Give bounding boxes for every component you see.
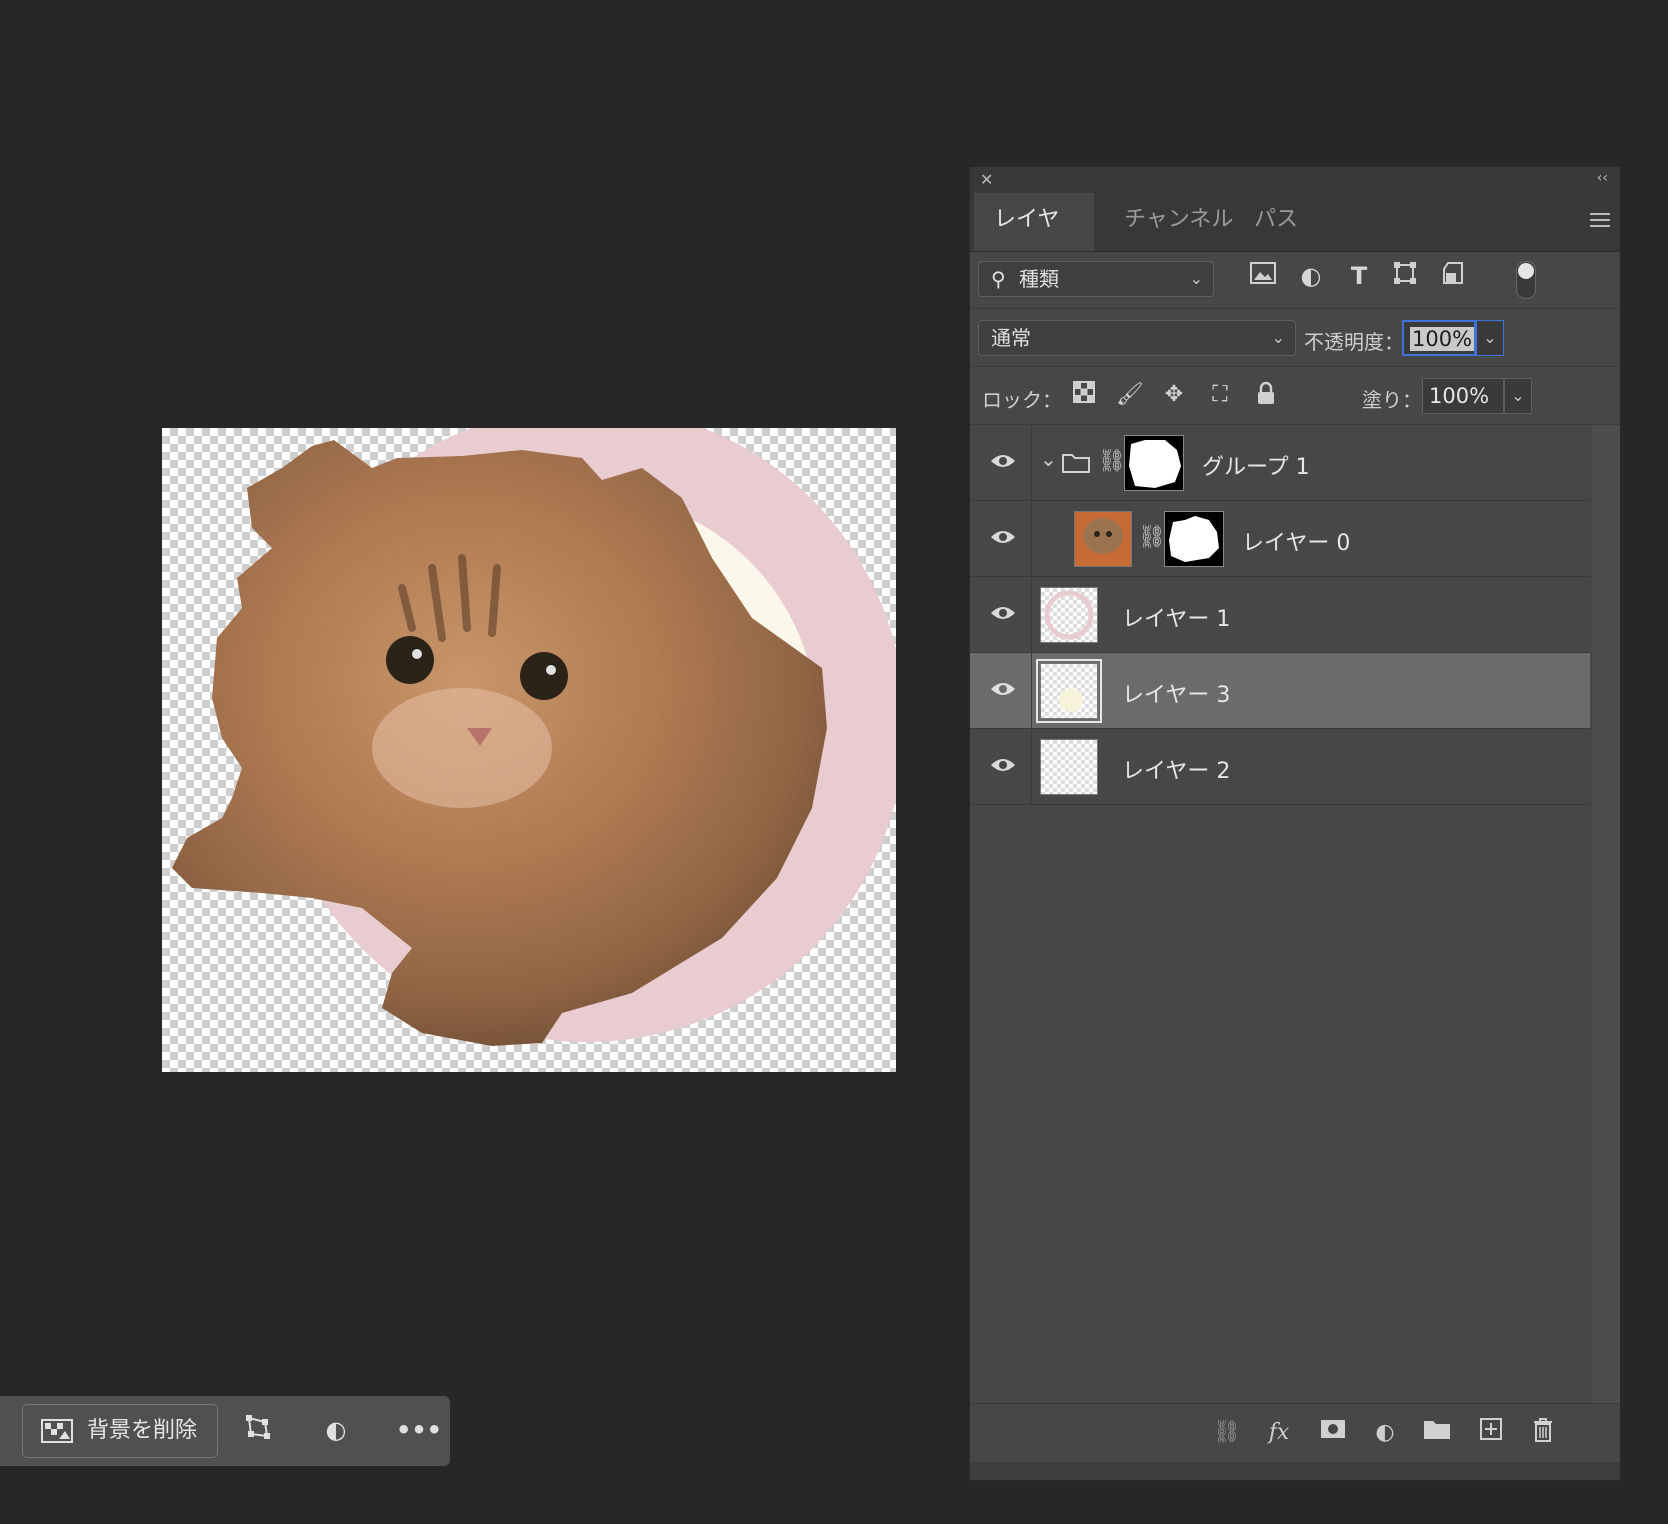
panel-tabs: レイヤー チャンネル パス [970, 193, 1620, 286]
blend-opacity-row: 通常 ⌄ 不透明度： 100% ⌄ [970, 309, 1620, 367]
new-layer-icon[interactable] [1476, 1418, 1506, 1448]
panel-resize-grip[interactable] [970, 1462, 1620, 1480]
remove-background-label: 背景を削除 [87, 1418, 198, 1443]
pixel-layer-filter-icon[interactable] [1248, 261, 1278, 291]
visibility-eye-icon[interactable] [990, 603, 1016, 623]
lock-all-icon[interactable] [1252, 381, 1280, 409]
layer-row-group-1[interactable]: ⌄ ⛓ グループ 1 [970, 425, 1590, 501]
layer-name: レイヤー 2 [1122, 759, 1231, 784]
layer-row-divider [1031, 425, 1032, 501]
layer-thumbnail[interactable] [1036, 659, 1102, 723]
document-artwork [172, 428, 896, 1046]
new-group-folder-icon[interactable] [1422, 1418, 1452, 1448]
chevron-down-icon[interactable]: ⌄ [1040, 447, 1057, 471]
kitten-muzzle-shape [372, 688, 552, 808]
collapse-panel-icon[interactable]: ‹‹ [1597, 170, 1608, 186]
smart-object-filter-icon[interactable] [1438, 261, 1468, 291]
link-icon[interactable]: ⛓ [1098, 449, 1126, 474]
kitten-left-eye [386, 636, 434, 684]
shape-layer-filter-icon[interactable] [1390, 261, 1420, 291]
layers-bottom-toolbar: ⛓ fx ◐ [970, 1403, 1620, 1462]
opacity-input[interactable]: 100% [1402, 320, 1476, 356]
layer-name: レイヤー 1 [1122, 607, 1231, 632]
layer-name: レイヤー 3 [1122, 683, 1231, 708]
search-icon: ⚲ [991, 267, 1006, 291]
link-layers-icon[interactable]: ⛓ [1212, 1418, 1242, 1448]
blend-mode-label: 通常 [991, 326, 1031, 350]
tab-channels[interactable]: チャンネル [1104, 193, 1253, 251]
opacity-label: 不透明度： [1304, 330, 1404, 354]
adjustment-icon[interactable]: ◐ [320, 1414, 352, 1446]
close-icon[interactable]: ✕ [980, 170, 993, 189]
layer-row-layer-1[interactable]: レイヤー 1 [970, 577, 1590, 653]
layer-row-layer-3[interactable]: レイヤー 3 [970, 653, 1590, 729]
lock-label: ロック： [982, 388, 1062, 412]
layer-name: グループ 1 [1202, 455, 1310, 480]
layer-thumbnail[interactable] [1040, 739, 1098, 795]
panel-menu-icon[interactable] [1590, 213, 1610, 231]
layer-filter-row: ⚲ 種類 ⌄ ◐ T [970, 251, 1620, 309]
layers-panel: ✕ ‹‹ レイヤー チャンネル パス ⚲ 種類 ⌄ ◐ T 通常 [969, 166, 1621, 1481]
lock-artboard-icon[interactable]: ⛶ [1206, 381, 1234, 409]
blend-mode-dropdown[interactable]: 通常 ⌄ [978, 320, 1296, 356]
folder-icon [1062, 454, 1090, 473]
chevron-down-icon: ⌄ [1189, 269, 1203, 288]
trash-icon[interactable] [1528, 1418, 1558, 1448]
more-options-icon[interactable]: ••• [396, 1414, 442, 1446]
filter-kind-label: 種類 [1019, 267, 1059, 291]
lock-transparency-icon[interactable] [1070, 381, 1098, 409]
layer-row-divider [1031, 501, 1032, 577]
visibility-eye-icon[interactable] [990, 755, 1016, 775]
fill-label: 塗り： [1362, 388, 1422, 412]
visibility-eye-icon[interactable] [990, 527, 1016, 547]
transform-icon[interactable] [242, 1414, 274, 1446]
layer-row-divider [1031, 729, 1032, 805]
layer-row-divider [1031, 577, 1032, 653]
layers-list: ⌄ ⛓ グループ 1 ⛓ レイヤー 0 レイヤー 1 レイヤー 3 レイヤー 2 [970, 425, 1590, 805]
visibility-eye-icon[interactable] [990, 451, 1016, 471]
opacity-slider-toggle[interactable]: ⌄ [1476, 320, 1504, 356]
canvas-document[interactable] [162, 428, 896, 1072]
layer-mask-thumbnail[interactable] [1164, 511, 1224, 567]
remove-background-button[interactable]: 背景を削除 [22, 1404, 218, 1458]
layer-name: レイヤー 0 [1242, 531, 1351, 556]
layer-thumbnail[interactable] [1074, 511, 1132, 567]
remove-background-icon [41, 1419, 73, 1443]
panel-titlebar: ✕ ‹‹ [970, 167, 1620, 193]
contextual-taskbar: 背景を削除 ◐ ••• [0, 1396, 450, 1466]
lock-image-pixels-icon[interactable]: 🖌 [1116, 381, 1144, 409]
link-icon[interactable]: ⛓ [1138, 525, 1166, 550]
lock-fill-row: ロック： 🖌 ✥ ⛶ 塗り： 100% ⌄ [970, 367, 1620, 425]
filter-kind-dropdown[interactable]: ⚲ 種類 ⌄ [978, 261, 1214, 297]
layer-row-layer-0[interactable]: ⛓ レイヤー 0 [970, 501, 1590, 577]
tab-layers[interactable]: レイヤー [974, 193, 1094, 286]
layer-thumbnail[interactable] [1040, 587, 1098, 643]
adjustment-layer-icon[interactable]: ◐ [1370, 1418, 1400, 1448]
filter-toggle-switch[interactable] [1516, 261, 1536, 299]
adjustment-layer-filter-icon[interactable]: ◐ [1296, 261, 1326, 291]
chevron-down-icon: ⌄ [1271, 328, 1285, 347]
tab-paths[interactable]: パス [1234, 193, 1318, 251]
layers-scrollbar[interactable] [1592, 425, 1620, 1405]
visibility-eye-icon[interactable] [990, 679, 1016, 699]
layer-row-layer-2[interactable]: レイヤー 2 [970, 729, 1590, 805]
fill-slider-toggle[interactable]: ⌄ [1504, 378, 1532, 414]
layer-row-divider [1031, 653, 1032, 729]
opacity-value: 100% [1410, 327, 1475, 351]
lock-position-icon[interactable]: ✥ [1160, 381, 1188, 409]
kitten-right-eye [520, 652, 568, 700]
fx-icon[interactable]: fx [1264, 1418, 1294, 1448]
fill-value: 100% [1429, 384, 1490, 408]
fill-input[interactable]: 100% [1422, 378, 1504, 414]
add-mask-icon[interactable] [1318, 1418, 1348, 1448]
type-layer-filter-icon[interactable]: T [1344, 261, 1374, 291]
layer-mask-thumbnail[interactable] [1124, 435, 1184, 491]
